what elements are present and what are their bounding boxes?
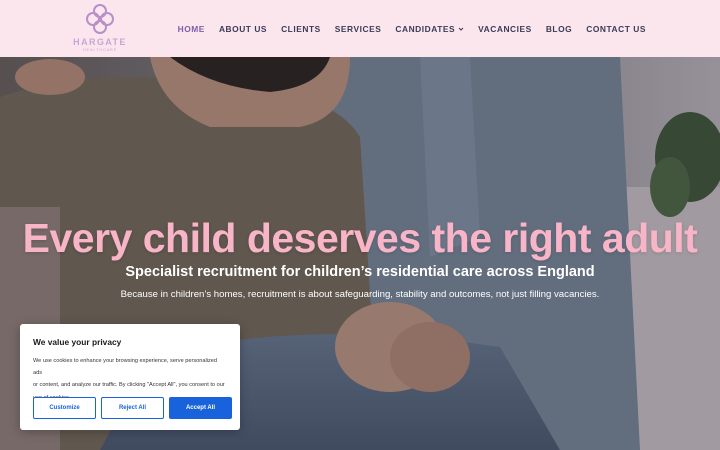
hero-description: Because in children’s homes, recruitment…	[120, 289, 600, 300]
nav-candidates[interactable]: CANDIDATES	[395, 24, 464, 34]
accept-all-button[interactable]: Accept All	[169, 397, 232, 419]
site-header: HARGATE HEALTHCARE HOME ABOUT US CLIENTS…	[0, 0, 720, 57]
hero-subtitle: Specialist recruitment for children’s re…	[125, 264, 595, 280]
chevron-down-icon	[458, 27, 464, 31]
logo-knot-icon	[86, 4, 114, 34]
cookie-consent-banner: We value your privacy We use cookies to …	[20, 324, 240, 430]
cookie-title: We value your privacy	[33, 337, 122, 347]
nav-blog[interactable]: BLOG	[546, 24, 572, 34]
nav-services[interactable]: SERVICES	[335, 24, 382, 34]
cookie-text-line: We use cookies to enhance your browsing …	[33, 358, 217, 377]
customize-button[interactable]: Customize	[33, 397, 96, 419]
nav-candidates-label: CANDIDATES	[395, 24, 456, 34]
logo[interactable]: HARGATE HEALTHCARE	[70, 4, 130, 54]
hero-title: Every child deserves the right adult	[22, 215, 698, 261]
brand-tagline: HEALTHCARE	[82, 48, 118, 52]
cookie-text-line: or content, and analyze our traffic. By …	[33, 382, 225, 389]
main-nav: HOME ABOUT US CLIENTS SERVICES CANDIDATE…	[178, 22, 646, 36]
nav-contact-us[interactable]: CONTACT US	[586, 24, 646, 34]
reject-all-button[interactable]: Reject All	[101, 397, 164, 419]
brand-name: HARGATE	[73, 37, 127, 47]
cookie-buttons: Customize Reject All Accept All	[33, 397, 232, 419]
nav-clients[interactable]: CLIENTS	[281, 24, 321, 34]
nav-home[interactable]: HOME	[178, 24, 205, 34]
nav-vacancies[interactable]: VACANCIES	[478, 24, 532, 34]
nav-about-us[interactable]: ABOUT US	[219, 24, 267, 34]
